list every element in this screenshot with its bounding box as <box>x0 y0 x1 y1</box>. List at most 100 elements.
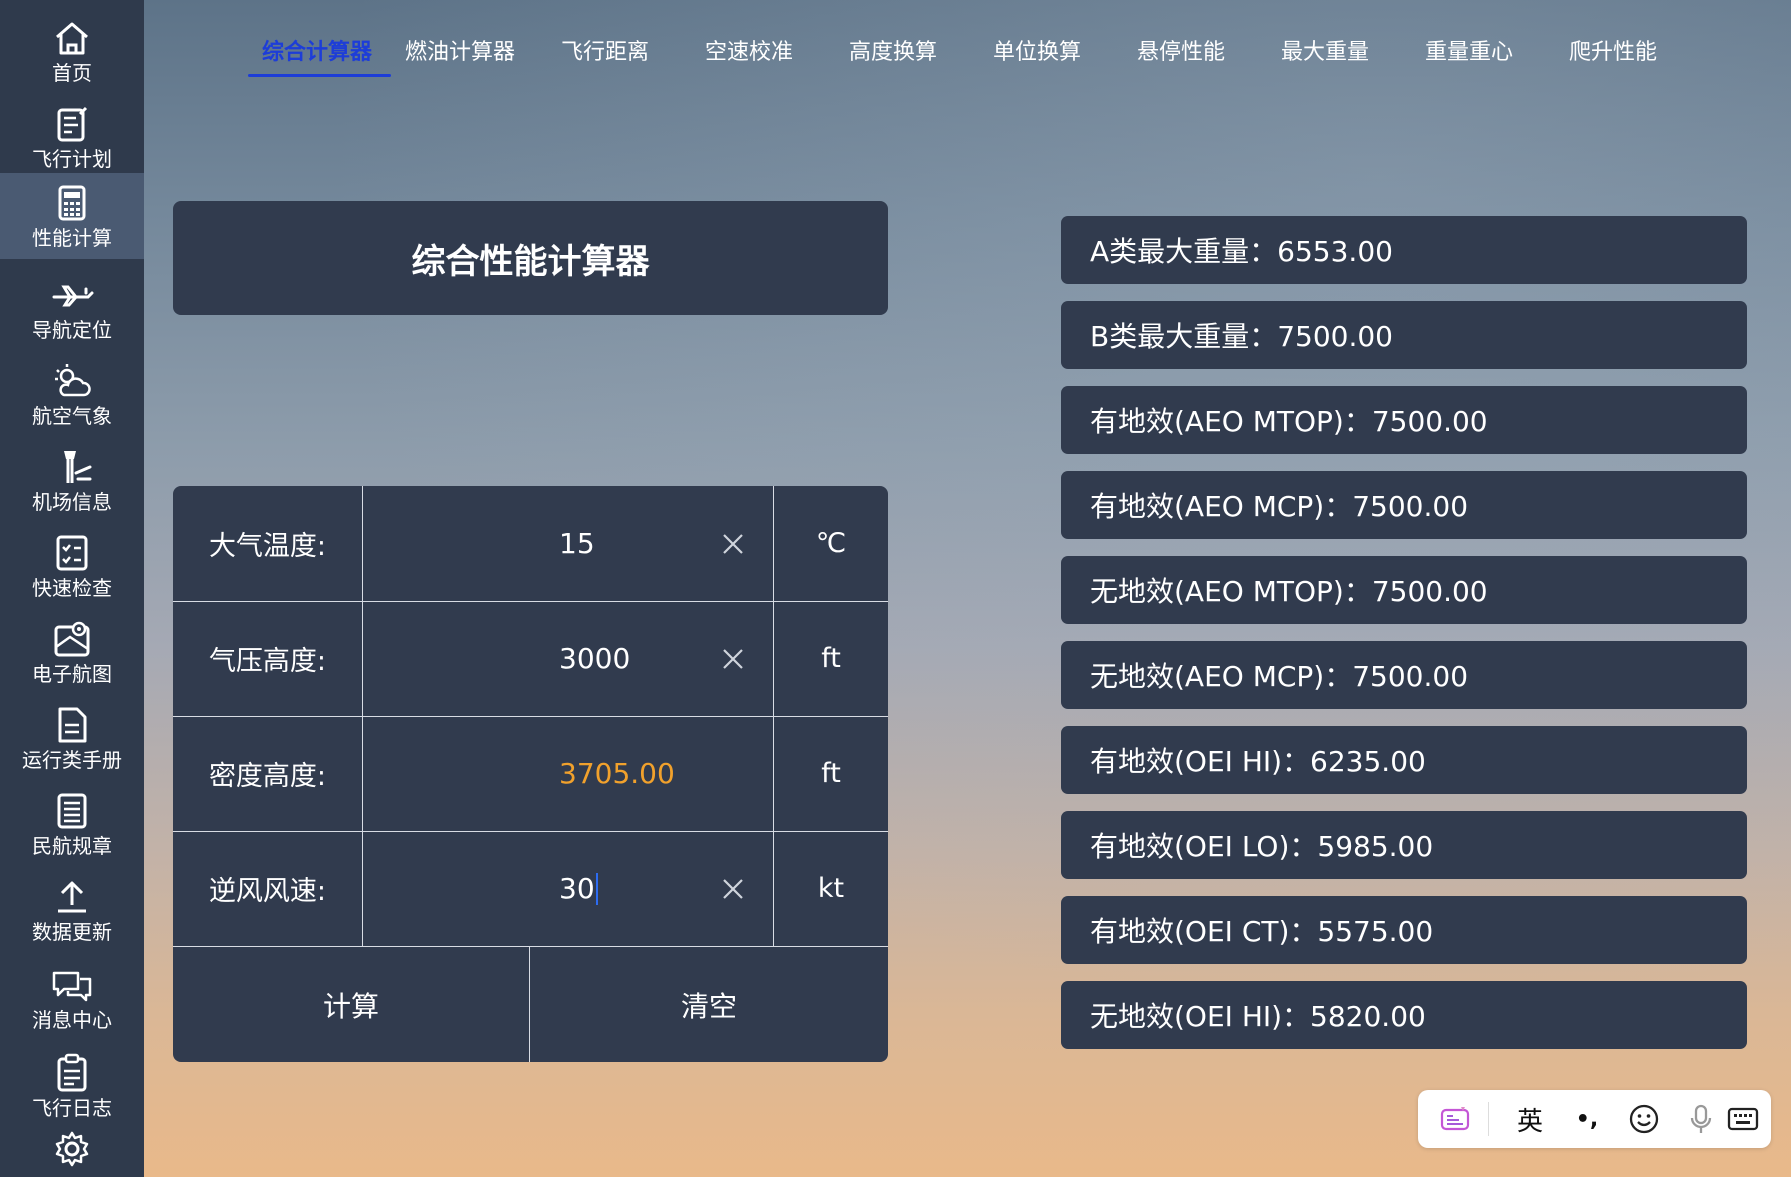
sidebar-item-navigation[interactable]: 导航定位 <box>0 265 144 351</box>
keyboard-icon <box>1727 1107 1759 1131</box>
field-value: 3705.00 <box>559 757 675 790</box>
clipboard-icon <box>57 1053 87 1092</box>
sidebar-item-label: 飞行日志 <box>32 1096 112 1120</box>
calculator-title: 综合性能计算器 <box>173 201 888 315</box>
result-item: 有地效(OEI CT)：5575.00 <box>1061 896 1747 964</box>
sidebar-item-label: 消息中心 <box>32 1008 112 1032</box>
sidebar-item-label: 性能计算 <box>32 226 112 250</box>
result-item: B类最大重量：7500.00 <box>1061 301 1747 369</box>
sidebar-item-label: 机场信息 <box>32 490 112 514</box>
ime-toolbar: 英 •, <box>1418 1090 1771 1148</box>
field-value-wrap: 30 <box>559 831 598 946</box>
close-icon <box>723 533 743 554</box>
sidebar-item-charts[interactable]: 电子航图 <box>0 609 144 695</box>
tab-fuel-calculator[interactable]: 燃油计算器 <box>405 34 515 66</box>
input-row-headwind: 逆风风速: 30 kt <box>173 831 888 947</box>
sidebar-item-flight-log[interactable]: 飞行日志 <box>0 1043 144 1129</box>
tab-climb-performance[interactable]: 爬升性能 <box>1569 34 1657 66</box>
ime-logo-button[interactable] <box>1426 1090 1484 1148</box>
field-value: 30 <box>559 872 595 905</box>
sidebar-item-airport[interactable]: 机场信息 <box>0 437 144 523</box>
sidebar-item-label: 航空气象 <box>32 404 112 428</box>
text-caret <box>595 872 598 905</box>
field-unit: ℃ <box>815 528 847 559</box>
input-row-density-altitude: 密度高度: 3705.00 ft <box>173 716 888 832</box>
ime-separator <box>1488 1102 1489 1136</box>
sidebar-item-data-update[interactable]: 数据更新 <box>0 867 144 953</box>
field-value: 15 <box>559 527 595 560</box>
tab-weight-balance[interactable]: 重量重心 <box>1425 34 1513 66</box>
sidebar-item-messages[interactable]: 消息中心 <box>0 955 144 1041</box>
result-item: 有地效(AEO MCP)：7500.00 <box>1061 471 1747 539</box>
result-item: 无地效(OEI HI)：5820.00 <box>1061 981 1747 1049</box>
calculate-button[interactable]: 计算 <box>173 947 530 1062</box>
tab-comprehensive-calculator[interactable]: 综合计算器 <box>262 34 372 66</box>
emoji-icon <box>1629 1104 1659 1134</box>
clear-headwind-button[interactable] <box>721 831 745 946</box>
result-item: A类最大重量：6553.00 <box>1061 216 1747 284</box>
document-icon <box>58 707 87 743</box>
field-unit: ft <box>821 758 841 789</box>
tab-altitude-conversion[interactable]: 高度换算 <box>849 34 937 66</box>
tab-airspeed-calibration[interactable]: 空速校准 <box>705 34 793 66</box>
active-tab-indicator <box>248 74 391 77</box>
map-pin-icon <box>54 621 90 657</box>
ime-logo-icon <box>1440 1107 1470 1131</box>
sidebar-item-label: 快速检查 <box>32 576 112 600</box>
flight-plan-icon <box>57 106 88 142</box>
sidebar-item-label: 民航规章 <box>32 834 112 858</box>
sidebar-item-quick-check[interactable]: 快速检查 <box>0 523 144 609</box>
tab-max-weight[interactable]: 最大重量 <box>1281 34 1369 66</box>
microphone-icon <box>1690 1104 1712 1133</box>
sidebar-item-settings[interactable] <box>0 1125 144 1177</box>
field-label: 密度高度: <box>173 716 363 831</box>
input-row-pressure-altitude: 气压高度: 3000 ft <box>173 601 888 717</box>
sidebar-item-label: 运行类手册 <box>22 748 122 772</box>
sidebar: 首页 飞行计划 性能计算 导航定位 航空气象 机场信息 快速检查 电子航图 运行… <box>0 0 144 1177</box>
tab-hover-performance[interactable]: 悬停性能 <box>1137 34 1225 66</box>
clear-temperature-button[interactable] <box>721 486 745 601</box>
upload-icon <box>58 881 86 913</box>
action-row: 计算 清空 <box>173 947 888 1062</box>
checklist-icon <box>56 535 88 571</box>
gear-icon <box>55 1131 89 1167</box>
input-row-temperature: 大气温度: 15 ℃ <box>173 486 888 602</box>
sidebar-item-weather[interactable]: 航空气象 <box>0 351 144 437</box>
punctuation-icon[interactable]: •, <box>1558 1090 1616 1148</box>
sidebar-item-flight-plan[interactable]: 飞行计划 <box>0 94 144 180</box>
sidebar-item-manuals[interactable]: 运行类手册 <box>0 695 144 781</box>
result-item: 无地效(AEO MTOP)：7500.00 <box>1061 556 1747 624</box>
density-altitude-output: 3705.00 <box>363 716 774 831</box>
field-unit: kt <box>817 873 845 904</box>
temperature-input[interactable]: 15 <box>363 486 774 601</box>
sidebar-item-regulations[interactable]: 民航规章 <box>0 781 144 867</box>
sidebar-item-label: 飞行计划 <box>32 147 112 171</box>
sidebar-item-label: 导航定位 <box>32 318 112 342</box>
tab-unit-conversion[interactable]: 单位换算 <box>993 34 1081 66</box>
result-item: 有地效(OEI LO)：5985.00 <box>1061 811 1747 879</box>
ime-language-toggle[interactable]: 英 <box>1501 1090 1559 1148</box>
airport-tower-icon <box>64 451 92 483</box>
close-icon <box>723 878 743 899</box>
field-label: 气压高度: <box>173 601 363 716</box>
message-icon <box>52 971 92 1002</box>
result-item: 有地效(AEO MTOP)：7500.00 <box>1061 386 1747 454</box>
result-item: 有地效(OEI HI)：6235.00 <box>1061 726 1747 794</box>
airplane-icon <box>52 285 94 307</box>
keyboard-button[interactable] <box>1714 1090 1772 1148</box>
sidebar-item-label: 电子航图 <box>32 662 112 686</box>
result-item: 无地效(AEO MCP)：7500.00 <box>1061 641 1747 709</box>
field-label: 大气温度: <box>173 486 363 601</box>
emoji-button[interactable] <box>1615 1090 1673 1148</box>
calculator-icon <box>58 185 86 221</box>
pressure-altitude-input[interactable]: 3000 <box>363 601 774 716</box>
tab-flight-distance[interactable]: 飞行距离 <box>561 34 649 66</box>
calculator-form: 大气温度: 15 ℃ 气压高度: 3000 ft 密度高度: 3705.00 f… <box>173 486 888 1062</box>
clear-all-button[interactable]: 清空 <box>530 947 888 1062</box>
sidebar-item-performance[interactable]: 性能计算 <box>0 173 144 259</box>
tab-bar: 综合计算器 燃油计算器 飞行距离 空速校准 高度换算 单位换算 悬停性能 最大重… <box>0 0 1791 80</box>
regulations-list-icon <box>57 793 87 829</box>
headwind-input[interactable]: 30 <box>363 831 774 946</box>
field-unit: ft <box>821 643 841 674</box>
clear-pressure-altitude-button[interactable] <box>721 601 745 716</box>
